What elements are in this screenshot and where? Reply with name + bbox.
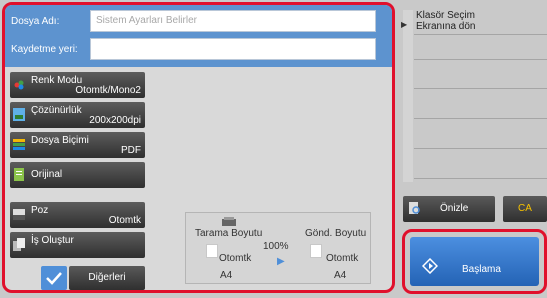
list-divider <box>414 148 547 149</box>
job-build-button[interactable]: İş Oluştur <box>10 232 145 258</box>
start-button[interactable]: Başlama <box>410 237 539 286</box>
start-button-highlight: Başlama <box>402 229 547 294</box>
folder-select-back-link[interactable]: Klasör Seçim Ekranına dön <box>416 10 476 32</box>
file-format-label: Dosya Biçimi <box>31 135 89 146</box>
preview-button[interactable]: Önizle <box>403 196 495 222</box>
save-location-label: Kaydetme yeri: <box>11 44 78 55</box>
save-location-input[interactable] <box>90 38 376 60</box>
folder-link-line1: Klasör Seçim <box>416 10 475 21</box>
list-divider <box>414 34 547 35</box>
scale-value: 100% <box>263 241 289 252</box>
resolution-label: Çözünürlük <box>31 105 82 116</box>
color-mode-icon <box>14 80 24 90</box>
scan-size-label: Tarama Boyutu <box>195 228 263 239</box>
file-format-value: PDF <box>121 145 141 156</box>
folder-link-line2: Ekranına dön <box>416 21 476 32</box>
send-paper-size: A4 <box>334 270 347 281</box>
scanner-icon <box>222 217 236 226</box>
list-side-strip <box>403 10 413 182</box>
original-label: Orijinal <box>31 169 63 180</box>
job-build-icon <box>13 238 25 251</box>
filename-input[interactable]: Sistem Ayarları Belirler <box>90 10 376 32</box>
preview-icon <box>409 202 420 214</box>
file-info-header: Dosya Adı: Sistem Ayarları Belirler Kayd… <box>5 5 392 67</box>
send-size-value[interactable]: Otomtk <box>326 253 358 264</box>
main-settings-panel: Dosya Adı: Sistem Ayarları Belirler Kayd… <box>2 2 395 293</box>
scan-paper-size: A4 <box>220 270 233 281</box>
list-divider <box>414 178 547 179</box>
clear-all-button[interactable]: CA <box>503 196 547 222</box>
start-icon <box>422 258 438 274</box>
resolution-icon <box>13 108 25 121</box>
send-doc-icon <box>310 244 322 258</box>
original-icon <box>14 168 24 181</box>
filename-label: Dosya Adı: <box>11 16 60 27</box>
color-mode-value: Otomtk/Mono2 <box>75 85 141 96</box>
original-button[interactable]: Orijinal <box>10 162 145 188</box>
scan-size-value[interactable]: Otomtk <box>219 253 251 264</box>
others-button[interactable]: Diğerleri <box>69 266 145 290</box>
size-preview: Tarama Boyutu Gönd. Boyutu 100% Otomtk O… <box>185 212 371 284</box>
color-mode-button[interactable]: Renk Modu Otomtk/Mono2 <box>10 72 145 98</box>
checkmark-icon <box>41 266 67 290</box>
exposure-value: Otomtk <box>108 215 141 226</box>
arrow-right-icon: ▶ <box>277 256 285 267</box>
exposure-button[interactable]: Poz Otomtk <box>10 202 145 228</box>
exposure-icon <box>13 209 25 220</box>
scan-doc-icon <box>206 244 218 258</box>
job-build-label: İş Oluştur <box>31 235 74 246</box>
list-divider <box>414 59 547 60</box>
back-arrow-icon: ▶ <box>401 20 408 29</box>
exposure-label: Poz <box>31 205 49 216</box>
resolution-button[interactable]: Çözünürlük 200x200dpi <box>10 102 145 128</box>
file-format-button[interactable]: Dosya Biçimi PDF <box>10 132 145 158</box>
file-format-icon <box>13 139 25 150</box>
list-divider <box>414 118 547 119</box>
resolution-value: 200x200dpi <box>89 115 141 126</box>
preview-button-label: Önizle <box>440 203 469 214</box>
send-size-label: Gönd. Boyutu <box>305 228 367 239</box>
list-divider <box>414 88 547 89</box>
start-button-label: Başlama <box>462 264 501 275</box>
